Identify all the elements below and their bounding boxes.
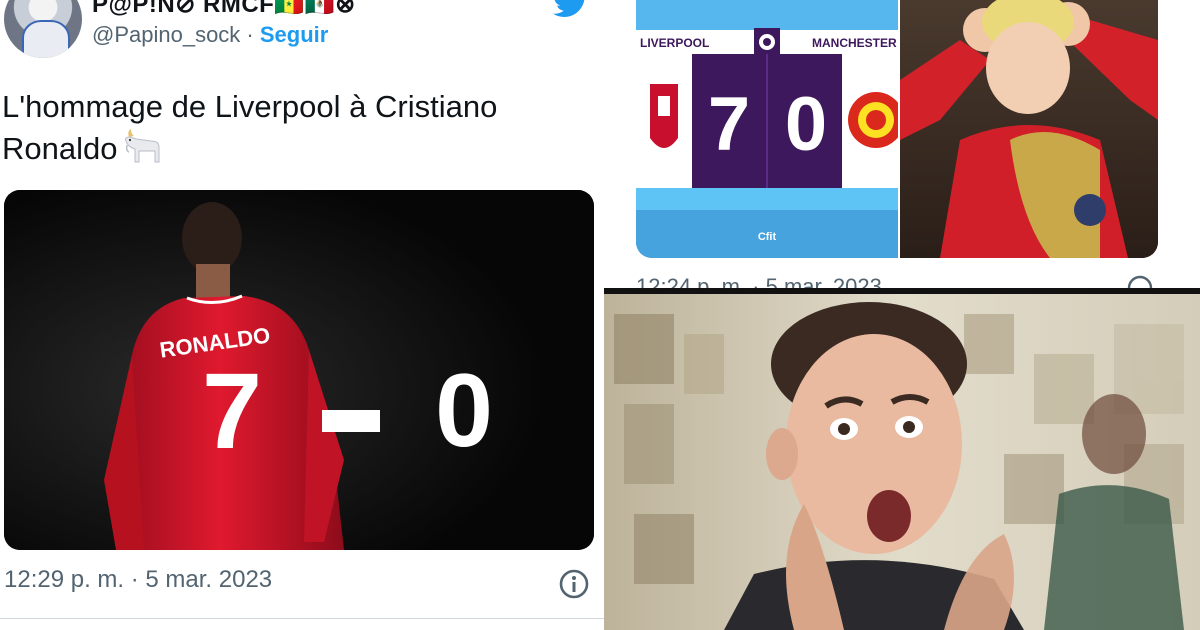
handle-separator: · xyxy=(240,22,260,47)
info-icon[interactable] xyxy=(558,568,590,600)
home-score: 7 xyxy=(708,82,750,167)
club-badge-icon xyxy=(1074,194,1106,226)
goat-emoji-icon xyxy=(125,129,160,163)
sponsor-logo: Cfit xyxy=(758,231,777,243)
scoreboard-graphic: LIVERPOOL MANCHESTER U 7 0 Cfit xyxy=(636,0,898,258)
score-dash xyxy=(322,410,380,432)
away-score: 0 xyxy=(785,82,827,167)
avatar[interactable] xyxy=(4,0,82,58)
tweet-image[interactable]: RONALDO 7 0 xyxy=(4,190,594,550)
divider xyxy=(0,618,604,619)
home-team-name: LIVERPOOL xyxy=(640,36,709,50)
follow-button[interactable]: Seguir xyxy=(260,22,328,47)
user-handle[interactable]: @Papino_sock xyxy=(92,22,240,47)
right-tweet: LIVERPOOL MANCHESTER U 7 0 Cfit xyxy=(604,0,1200,290)
display-name[interactable]: P@P!N⊘ RMCF🇸🇳🇲🇽⊗ xyxy=(92,0,356,19)
tweet-timestamp[interactable]: 12:29 p. m. · 5 mar. 2023 xyxy=(4,566,272,594)
tweet-text-line2: Ronaldo xyxy=(2,128,592,170)
left-tweet: P@P!N⊘ RMCF🇸🇳🇲🇽⊗ @Papino_sock · Seguir L… xyxy=(0,0,604,630)
handle-row: @Papino_sock · Seguir xyxy=(92,22,328,48)
player-photo[interactable] xyxy=(900,0,1158,258)
ronaldo-7-0-graphic: RONALDO 7 0 xyxy=(4,190,594,550)
surprised-reaction-meme-image[interactable] xyxy=(604,294,1200,630)
celebrating-player-graphic xyxy=(900,0,1158,258)
surprised-person-graphic xyxy=(604,294,1200,630)
twitter-bird-icon xyxy=(553,0,585,17)
away-team-name: MANCHESTER U xyxy=(812,36,898,50)
score-away: 0 xyxy=(435,353,493,469)
scoreboard-image[interactable]: LIVERPOOL MANCHESTER U 7 0 Cfit xyxy=(636,0,898,258)
tweet-text-line1: L'hommage de Liverpool à Cristiano xyxy=(2,89,498,124)
tweet-text: L'hommage de Liverpool à Cristiano Ronal… xyxy=(2,86,592,170)
jersey-number: 7 xyxy=(202,350,262,471)
tweet-text-word: Ronaldo xyxy=(2,131,118,166)
